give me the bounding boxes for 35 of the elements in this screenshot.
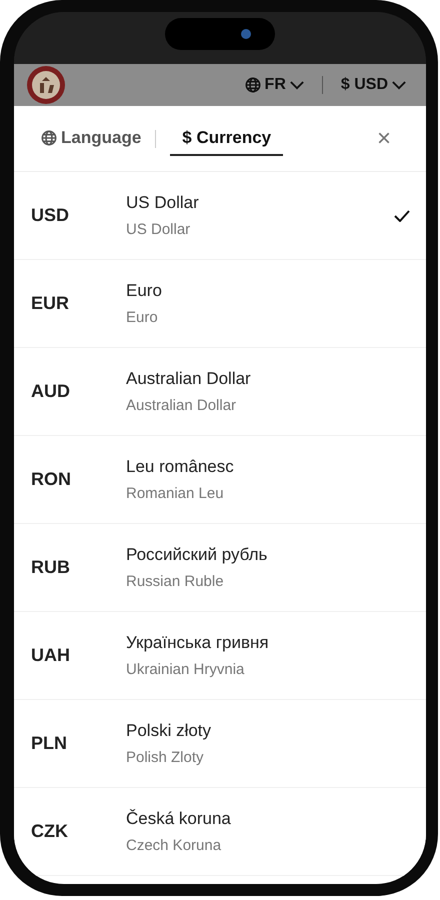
globe-icon — [41, 130, 57, 146]
currency-name: Российский рубль — [126, 544, 268, 566]
currency-name: Polski złoty — [126, 720, 212, 742]
currency-code: CZK — [31, 820, 69, 843]
currency-subtitle: Ukrainian Hryvnia — [126, 660, 246, 680]
currency-code: RUB — [31, 556, 71, 579]
currency-name: Australian Dollar — [126, 368, 252, 390]
chevron-down-icon — [290, 80, 304, 90]
currency-subtitle: Polish Zloty — [126, 748, 205, 768]
currency-subtitle: Australian Dollar — [126, 396, 238, 416]
currency-code: RON — [31, 468, 72, 491]
currency-subtitle: Romanian Leu — [126, 484, 225, 504]
currency-name: Euro — [126, 280, 163, 302]
currency-subtitle: Russian Ruble — [126, 572, 225, 592]
language-button[interactable]: FR — [244, 73, 304, 97]
currency-name: Česká koruna — [126, 808, 232, 830]
close-button[interactable]: × — [376, 126, 391, 150]
currency-subtitle: Czech Koruna — [126, 836, 222, 856]
currency-code: USD — [31, 204, 70, 227]
currency-name: Leu românesc — [126, 456, 235, 478]
currency-code: UAH — [31, 644, 71, 667]
tab[interactable]: $ Currency — [170, 122, 284, 156]
currency-subtitle: US Dollar — [126, 220, 192, 240]
currency-name: Українська гривня — [126, 632, 270, 654]
tab[interactable]: Language — [41, 122, 142, 156]
currency-code: AUD — [31, 380, 71, 403]
currency-name: US Dollar — [126, 192, 200, 214]
currency-button[interactable]: $ USD — [340, 73, 406, 97]
chevron-down-icon — [392, 80, 406, 90]
currency-code: EUR — [31, 292, 70, 315]
globe-icon — [244, 77, 261, 93]
camera-icon — [241, 29, 251, 39]
currency-code: PLN — [31, 732, 68, 755]
currency-subtitle: Euro — [126, 308, 159, 328]
logo-icon — [26, 65, 66, 105]
